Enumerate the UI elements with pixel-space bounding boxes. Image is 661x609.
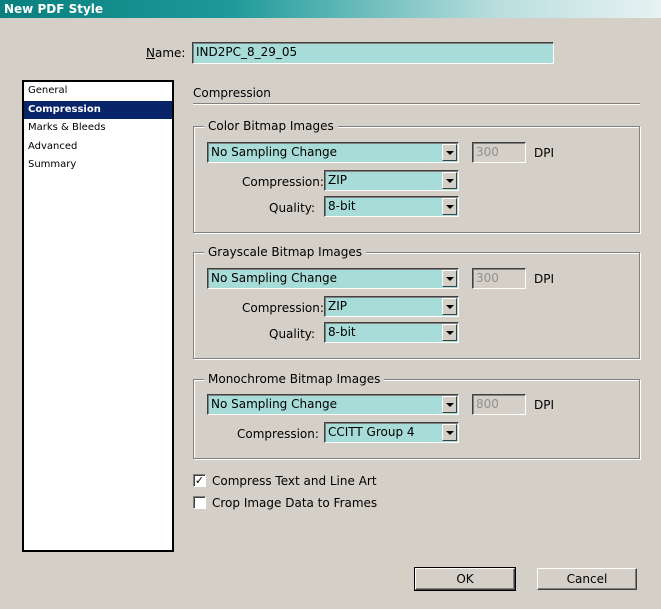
grayscale-compression-label: Compression: <box>242 301 324 315</box>
category-item-marks-bleeds[interactable]: Marks & Bleeds <box>24 119 172 138</box>
color-quality-label: Quality: <box>269 201 316 215</box>
color-compression-value: ZIP <box>328 173 347 187</box>
color-dpi-label: DPI <box>534 146 555 160</box>
color-dpi-value: 300 <box>476 145 499 159</box>
mono-bitmap-title: Monochrome Bitmap Images <box>204 372 385 386</box>
crop-image-label[interactable]: Crop Image Data to Frames <box>212 496 377 510</box>
crop-image-checkbox[interactable] <box>193 496 206 509</box>
chevron-down-icon[interactable] <box>442 172 457 189</box>
color-sampling-select[interactable]: No Sampling Change <box>207 142 459 163</box>
compress-text-label[interactable]: Compress Text and Line Art <box>212 474 377 488</box>
grayscale-quality-label: Quality: <box>269 327 316 341</box>
chevron-down-icon[interactable] <box>442 324 457 341</box>
grayscale-compression-value: ZIP <box>328 299 347 313</box>
name-label-rest: ame: <box>154 46 186 60</box>
color-quality-select[interactable]: 8-bit <box>324 196 459 217</box>
mono-sampling-select[interactable]: No Sampling Change <box>207 394 459 415</box>
chevron-down-icon[interactable] <box>442 424 457 441</box>
mono-compression-select[interactable]: CCITT Group 4 <box>324 422 459 443</box>
name-label: Name: <box>146 46 186 60</box>
color-quality-value: 8-bit <box>328 199 356 213</box>
category-item-advanced[interactable]: Advanced <box>24 138 172 157</box>
window-titlebar: New PDF Style <box>0 0 661 18</box>
cancel-button[interactable]: Cancel <box>537 568 637 590</box>
grayscale-dpi-value: 300 <box>476 271 499 285</box>
grayscale-dpi-label: DPI <box>534 272 555 286</box>
color-sampling-value: No Sampling Change <box>211 145 338 159</box>
mono-compression-value: CCITT Group 4 <box>328 425 415 439</box>
color-bitmap-title: Color Bitmap Images <box>204 119 338 133</box>
grayscale-compression-select[interactable]: ZIP <box>324 296 459 317</box>
category-list: General Compression Marks & Bleeds Advan… <box>22 80 174 552</box>
chevron-down-icon[interactable] <box>442 144 457 161</box>
color-compression-label: Compression: <box>242 175 324 189</box>
color-dpi-input[interactable]: 300 <box>472 142 526 163</box>
category-item-compression[interactable]: Compression <box>24 100 172 119</box>
grayscale-quality-select[interactable]: 8-bit <box>324 322 459 343</box>
mono-sampling-value: No Sampling Change <box>211 397 338 411</box>
name-input[interactable]: IND2PC_8_29_05 <box>192 42 554 64</box>
chevron-down-icon[interactable] <box>442 298 457 315</box>
chevron-down-icon[interactable] <box>442 198 457 215</box>
mono-dpi-value: 800 <box>476 397 499 411</box>
grayscale-bitmap-title: Grayscale Bitmap Images <box>204 245 367 259</box>
section-divider <box>193 103 640 105</box>
mono-compression-label: Compression: <box>237 427 319 441</box>
category-item-general[interactable]: General <box>24 82 172 101</box>
grayscale-dpi-input[interactable]: 300 <box>472 268 526 289</box>
compress-text-checkbox[interactable]: ✓ <box>193 474 206 487</box>
grayscale-sampling-value: No Sampling Change <box>211 271 338 285</box>
name-input-value: IND2PC_8_29_05 <box>196 45 298 59</box>
color-compression-select[interactable]: ZIP <box>324 170 459 191</box>
section-title: Compression <box>193 86 271 100</box>
category-item-summary[interactable]: Summary <box>24 156 172 175</box>
mono-dpi-label: DPI <box>534 398 555 412</box>
window-title: New PDF Style <box>4 2 104 16</box>
mono-dpi-input[interactable]: 800 <box>472 394 526 415</box>
chevron-down-icon[interactable] <box>442 270 457 287</box>
grayscale-quality-value: 8-bit <box>328 325 356 339</box>
chevron-down-icon[interactable] <box>442 396 457 413</box>
ok-button[interactable]: OK <box>414 567 516 591</box>
checkmark-icon: ✓ <box>194 474 205 487</box>
grayscale-sampling-select[interactable]: No Sampling Change <box>207 268 459 289</box>
mono-bitmap-group: Monochrome Bitmap Images <box>193 372 640 459</box>
